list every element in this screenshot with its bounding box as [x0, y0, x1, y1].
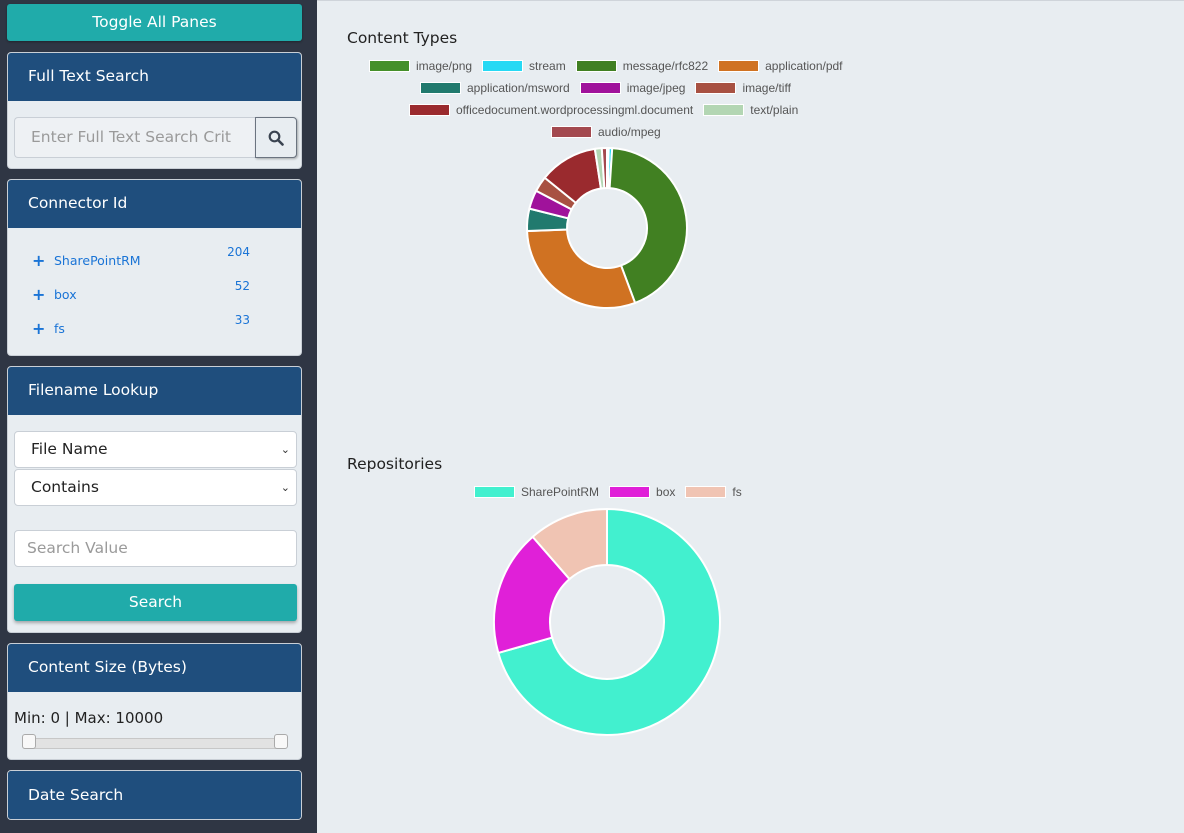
legend-swatch	[718, 60, 760, 72]
legend-row: SharePointRM box fs	[474, 485, 742, 499]
repositories-title: Repositories	[347, 455, 443, 473]
full-text-search-header[interactable]: Full Text Search	[8, 53, 301, 101]
legend-swatch	[685, 486, 727, 498]
legend-label: text/plain	[750, 103, 799, 117]
legend-swatch	[551, 126, 592, 138]
legend-item-image-tiff[interactable]: image/tiff	[695, 81, 791, 95]
connector-count: 52	[234, 279, 250, 293]
legend-item-image-png[interactable]: image/png	[369, 59, 472, 73]
legend-swatch	[474, 486, 515, 498]
connector-item[interactable]: + box 52	[32, 279, 262, 304]
full-text-search-panel: Full Text Search Enter Full Text Search …	[7, 52, 302, 169]
legend-swatch	[409, 104, 450, 116]
main-content: Content Types image/png stream message/rfc…	[317, 0, 1184, 833]
legend-label: SharePointRM	[521, 485, 600, 499]
legend-label: image/jpeg	[626, 81, 686, 95]
legend-label: application/msword	[467, 81, 570, 95]
legend-row: officedocument.wordprocessingml.document…	[409, 103, 798, 117]
chevron-down-icon: ⌄	[280, 443, 290, 456]
search-value-input[interactable]: Search Value	[14, 530, 297, 567]
content-size-panel: Content Size (Bytes) Min: 0 | Max: 10000	[7, 643, 302, 760]
connector-id-panel: Connector Id + SharePointRM 204 + box 52…	[7, 179, 302, 356]
content-size-header[interactable]: Content Size (Bytes)	[8, 644, 301, 692]
field-select[interactable]: File Name ⌄	[14, 431, 297, 468]
slice-application-pdf[interactable]	[526, 228, 637, 309]
legend-label: officedocument.wordprocessingml.document	[456, 103, 694, 117]
toggle-all-panes-button[interactable]: Toggle All Panes	[7, 4, 302, 41]
legend-label: image/png	[416, 59, 473, 73]
chevron-down-icon: ⌄	[280, 481, 290, 494]
legend-item-sharepointrm[interactable]: SharePointRM	[474, 485, 599, 499]
operator-select[interactable]: Contains ⌄	[14, 469, 297, 506]
legend-row: audio/mpeg	[551, 125, 661, 139]
slider-max-handle[interactable]	[274, 734, 288, 749]
plus-icon[interactable]: +	[32, 251, 54, 270]
connector-count: 33	[234, 313, 250, 327]
size-range-label: Min: 0 | Max: 10000	[14, 709, 164, 727]
legend-item-application-msword[interactable]: application/msword	[420, 81, 570, 95]
legend-item-audio-mpeg[interactable]: audio/mpeg	[551, 125, 661, 139]
search-button[interactable]: Search	[14, 584, 297, 621]
full-text-search-button[interactable]	[255, 117, 297, 158]
connector-count: 204	[227, 245, 250, 259]
legend-swatch	[703, 104, 745, 116]
connector-name[interactable]: box	[54, 287, 77, 302]
legend-swatch	[609, 486, 651, 498]
connector-item[interactable]: + SharePointRM 204	[32, 245, 262, 270]
legend-swatch	[695, 82, 737, 94]
legend-swatch	[482, 60, 524, 72]
full-text-search-input[interactable]: Enter Full Text Search Crit	[14, 117, 256, 158]
legend-swatch	[369, 60, 410, 72]
legend-swatch	[575, 60, 617, 72]
legend-label: application/pdf	[765, 59, 843, 73]
plus-icon[interactable]: +	[32, 319, 54, 338]
content-types-chart	[526, 146, 688, 309]
legend-item-image-jpeg[interactable]: image/jpeg	[579, 81, 686, 95]
legend-item-fs[interactable]: fs	[685, 485, 742, 499]
filename-lookup-header[interactable]: Filename Lookup	[8, 367, 301, 415]
legend-item-message-rfc822[interactable]: message/rfc822	[575, 59, 709, 73]
legend-swatch	[579, 82, 621, 94]
legend-item-box[interactable]: box	[609, 485, 675, 499]
filename-lookup-panel: Filename Lookup File Name ⌄ Contains ⌄ S…	[7, 366, 302, 633]
legend-swatch	[420, 82, 461, 94]
slider-min-handle[interactable]	[22, 734, 36, 749]
legend-item-application-pdf[interactable]: application/pdf	[718, 59, 843, 73]
legend-item-stream[interactable]: stream	[482, 59, 566, 73]
legend-item-officedocument-wordprocessingml-document[interactable]: officedocument.wordprocessingml.document	[409, 103, 693, 117]
operator-select-value: Contains	[31, 478, 99, 496]
sidebar: Toggle All Panes Full Text Search Enter …	[0, 0, 317, 833]
search-icon	[268, 130, 284, 146]
connector-item[interactable]: + fs 33	[32, 313, 262, 338]
connector-name[interactable]: fs	[54, 321, 65, 336]
legend-label: image/tiff	[742, 81, 791, 95]
plus-icon[interactable]: +	[32, 285, 54, 304]
repositories-chart	[493, 507, 721, 736]
legend-label: box	[656, 485, 676, 499]
connector-id-header[interactable]: Connector Id	[8, 180, 301, 228]
field-select-value: File Name	[31, 440, 108, 458]
date-search-panel: Date Search	[7, 770, 302, 820]
date-search-header[interactable]: Date Search	[8, 771, 301, 819]
legend-item-text-plain[interactable]: text/plain	[703, 103, 798, 117]
connector-name[interactable]: SharePointRM	[54, 253, 141, 268]
legend-label: audio/mpeg	[598, 125, 661, 139]
legend-row: image/png stream message/rfc822 application…	[369, 59, 843, 73]
content-types-title: Content Types	[347, 29, 458, 47]
legend-row: application/msword image/jpeg image/tiff	[420, 81, 791, 95]
legend-label: stream	[529, 59, 566, 73]
size-range-slider[interactable]	[22, 738, 287, 749]
legend-label: fs	[732, 485, 742, 499]
legend-label: message/rfc822	[622, 59, 709, 73]
